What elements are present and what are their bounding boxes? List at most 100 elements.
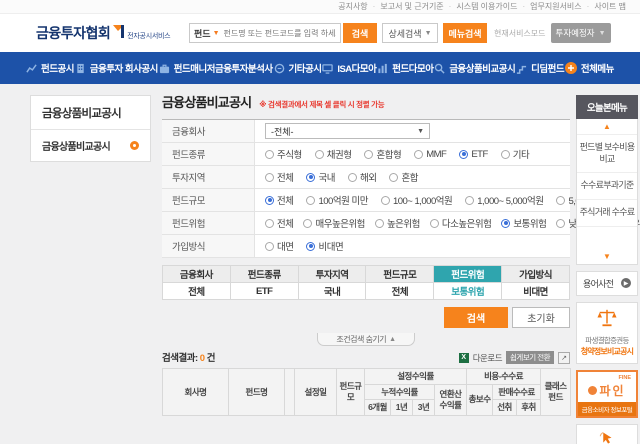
radio-option[interactable]: 혼합형 — [364, 147, 401, 161]
nav-item-other-disclosure[interactable]: 기타공시 — [274, 61, 322, 75]
quick-menu-item[interactable]: 주식거래 수수료 — [577, 200, 637, 227]
col-header-setup-date[interactable]: 설정일 — [295, 369, 337, 416]
hide-conditions-tab[interactable]: 조건검색 숨기기 ▲ — [317, 333, 415, 346]
col-header-annualized[interactable]: 연환산수익률 — [435, 384, 467, 415]
results-table: 회사명 펀드명 설정일 펀드규모 설정수익률 비용-수수료 클래스펀드 누적수익… — [162, 368, 571, 416]
utility-link-guide[interactable]: 시스템 이용가이드 — [449, 1, 518, 12]
search-submit-button[interactable]: 검색 — [444, 307, 508, 328]
company-select[interactable]: -전체- ▼ — [265, 123, 430, 139]
main-nav: 펀드공시 금융투자 회사공시 펀드매니저금융투자분석사 기타공시 ISA다모아 … — [0, 52, 640, 84]
radio-option[interactable]: 1,000~ 5,000억원 — [465, 193, 543, 207]
col-header-fund-name[interactable]: 펀드명 — [229, 369, 285, 416]
utility-link-notice[interactable]: 공지사항 — [338, 1, 367, 12]
dictionary-link[interactable]: 용어사전 ▶ — [576, 271, 638, 296]
nav-item-fund-damoa[interactable]: 펀드다모아 — [377, 61, 433, 75]
quick-menu: 오늘본메뉴 ▲ 펀드별 보수비용비교 수수료부과기준 주식거래 수수료 ▼ 용어… — [576, 95, 638, 444]
summary-header-row: 금융회사 펀드종류 투자지역 펀드규모 펀드위험 가입방식 — [163, 266, 570, 283]
summary-header[interactable]: 금융회사 — [163, 266, 231, 283]
sidebar-item-product-comparison[interactable]: 금융상품비교공시 — [31, 130, 150, 161]
col-header-6month[interactable]: 6개월 — [365, 400, 391, 416]
col-header-sales-fee[interactable]: 판매수수료 — [493, 384, 541, 400]
fund-info-oneclick-banner[interactable]: 펀드정보 One-click시스템 — [576, 424, 638, 444]
derivatives-comparison-banner[interactable]: 파생결합증권등 청약정보비교공시 — [576, 302, 638, 364]
advanced-search-button[interactable]: 상세검색▼ — [382, 23, 438, 43]
radio-option[interactable]: 100억원 미만 — [306, 193, 367, 207]
radio-option[interactable]: 100~ 1,000억원 — [381, 193, 452, 207]
radio-option[interactable]: 해외 — [348, 170, 376, 184]
quick-menu-header: 오늘본메뉴 — [576, 95, 638, 119]
nav-item-fund-disclosure[interactable]: 펀드공시 — [26, 61, 74, 75]
utility-link-sitemap[interactable]: 사이트 맵 — [587, 1, 626, 12]
left-sidebar: 금융상품비교공시 금융상품비교공시 — [30, 95, 151, 162]
radio-option-selected[interactable]: 보통위험 — [501, 216, 546, 230]
form-row-join-method: 가입방식 대면 비대면 — [162, 235, 570, 258]
radio-option[interactable]: 채권형 — [315, 147, 352, 161]
col-header-cumulative[interactable]: 누적수익률 — [365, 384, 435, 400]
summary-header[interactable]: 가입방식 — [502, 266, 570, 283]
chevron-down-icon: ▼ — [599, 30, 606, 37]
scroll-up-icon[interactable]: ▲ — [577, 119, 637, 134]
nav-item-company-disclosure[interactable]: 금융투자 회사공시 — [75, 61, 158, 75]
col-header-front-load[interactable]: 선취 — [493, 400, 517, 416]
col-header-back-load[interactable]: 후취 — [517, 400, 541, 416]
radio-option[interactable]: 주식형 — [265, 147, 302, 161]
radio-icon — [465, 196, 474, 205]
col-header-total-fee[interactable]: 총보수 — [467, 384, 493, 415]
utility-link-reports[interactable]: 보고서 및 근거기준 — [373, 1, 444, 12]
radio-option[interactable]: 대면 — [265, 239, 293, 253]
search-input[interactable] — [224, 29, 337, 38]
radio-option[interactable]: 기타 — [501, 147, 529, 161]
col-header-blank — [285, 369, 295, 416]
nav-item-isa-damoa[interactable]: ISA다모아 — [322, 61, 376, 75]
col-header-3year[interactable]: 3년 — [413, 400, 435, 416]
fine-portal-banner[interactable]: FINE 파인 금융소비자 정보포털 — [576, 370, 638, 418]
scroll-down-icon[interactable]: ▼ — [577, 249, 637, 264]
nav-item-fund-manager[interactable]: 펀드매니저금융투자분석사 — [159, 61, 273, 75]
nav-item-product-comparison[interactable]: 금융상품비교공시 — [434, 61, 515, 75]
form-row-fund-size: 펀드규모 전체 100억원 미만 100~ 1,000억원 1,000~ 5,0… — [162, 189, 570, 212]
summary-header[interactable]: 펀드종류 — [230, 266, 298, 283]
download-button[interactable]: 다운로드 — [473, 352, 502, 364]
form-label: 펀드규모 — [162, 189, 255, 211]
service-mode-select[interactable]: 투자예정자▼ — [551, 23, 611, 43]
col-header-1year[interactable]: 1년 — [391, 400, 413, 416]
radio-option-selected[interactable]: 국내 — [306, 170, 334, 184]
bar-chart-icon — [377, 63, 388, 74]
summary-header-highlighted[interactable]: 펀드위험 — [434, 266, 502, 283]
fine-dot-icon — [588, 386, 597, 395]
radio-option[interactable]: 매우높은위험 — [303, 216, 364, 230]
menu-search-button[interactable]: 메뉴검색 — [443, 23, 487, 43]
building-icon — [75, 63, 86, 74]
col-header-company[interactable]: 회사명 — [163, 369, 229, 416]
radio-option-selected[interactable]: 비대면 — [306, 239, 343, 253]
radio-option[interactable]: 혼합 — [389, 170, 417, 184]
briefcase-icon — [159, 63, 170, 74]
nav-item-all-menu[interactable]: 전체메뉴 — [565, 61, 614, 75]
external-link-icon[interactable]: ↗ — [558, 352, 570, 364]
search-category-select[interactable]: 펀드 — [194, 27, 211, 40]
utility-link-support[interactable]: 업무지원서비스 — [522, 1, 581, 12]
col-header-class-fund[interactable]: 클래스펀드 — [541, 369, 571, 416]
radio-option[interactable]: 전체 — [265, 170, 293, 184]
logo[interactable]: 금융투자협회 전자공시서비스 — [36, 23, 170, 43]
col-header-cost-group[interactable]: 비용-수수료 — [467, 369, 541, 385]
radio-option-selected[interactable]: 전체 — [265, 193, 293, 207]
radio-option[interactable]: 높은위험 — [375, 216, 420, 230]
easy-view-toggle-button[interactable]: 쉽게보기 전환 — [506, 351, 554, 364]
radio-option-selected[interactable]: ETF — [459, 149, 487, 160]
search-button[interactable]: 검색 — [343, 23, 377, 43]
col-header-fund-size[interactable]: 펀드규모 — [337, 369, 365, 416]
summary-header[interactable]: 투자지역 — [298, 266, 366, 283]
radio-option[interactable]: 전체 — [265, 216, 293, 230]
nav-item-didim-fund[interactable]: 디딤펀드 — [516, 61, 564, 75]
radio-icon — [265, 173, 274, 182]
main-content: 금융상품비교공시 ※ 검색결과에서 제목 셀 클릭 시 정렬 가능 금융회사 -… — [162, 92, 570, 416]
radio-option[interactable]: MMF — [414, 149, 446, 160]
summary-header[interactable]: 펀드규모 — [366, 266, 434, 283]
reset-button[interactable]: 초기화 — [512, 307, 570, 328]
logo-flag-icon — [113, 25, 124, 38]
quick-menu-item[interactable]: 펀드별 보수비용비교 — [577, 134, 637, 173]
radio-option[interactable]: 다소높은위험 — [430, 216, 491, 230]
quick-menu-item[interactable]: 수수료부과기준 — [577, 173, 637, 200]
col-header-return-group[interactable]: 설정수익률 — [365, 369, 467, 385]
